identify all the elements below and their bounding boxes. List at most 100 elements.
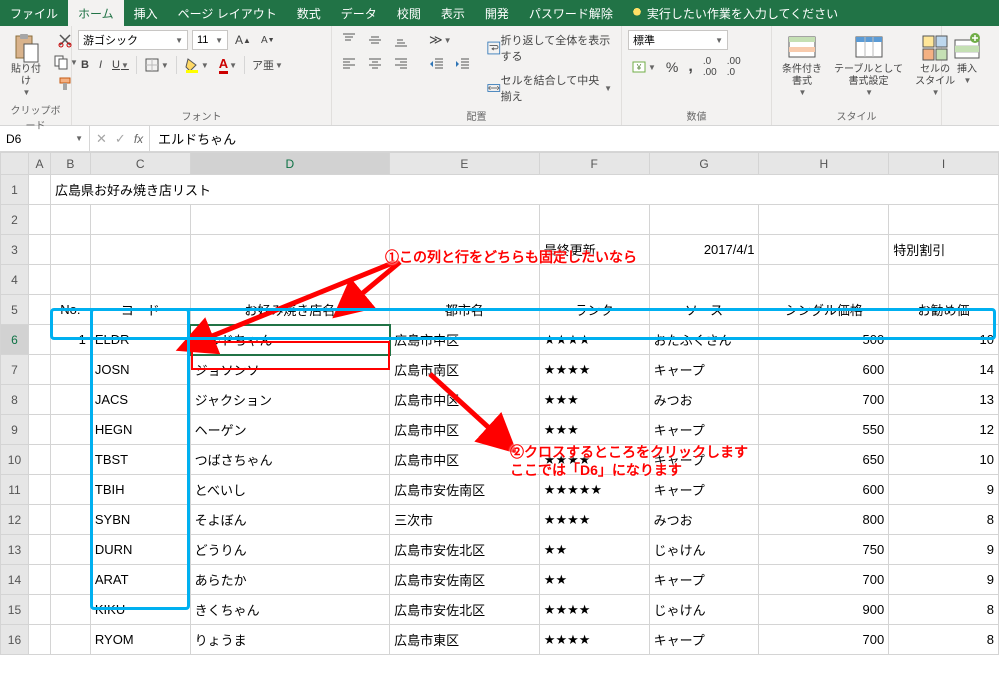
- cell[interactable]: 700: [759, 625, 889, 655]
- header-cell[interactable]: お勧め価: [889, 295, 999, 325]
- cell[interactable]: ★★★: [539, 415, 649, 445]
- cell[interactable]: [28, 475, 50, 505]
- paste-button[interactable]: 貼り付け▼: [6, 30, 46, 100]
- row-header[interactable]: 11: [1, 475, 29, 505]
- comma-button[interactable]: ,: [685, 56, 695, 78]
- enter-icon[interactable]: ✓: [115, 131, 126, 147]
- cell[interactable]: [50, 595, 90, 625]
- row-header[interactable]: 12: [1, 505, 29, 535]
- tab-formulas[interactable]: 数式: [287, 0, 331, 26]
- cell[interactable]: 最終更新: [539, 235, 649, 265]
- cell[interactable]: ★★★★: [539, 505, 649, 535]
- cell[interactable]: [50, 625, 90, 655]
- cell[interactable]: [50, 445, 90, 475]
- header-cell[interactable]: シングル価格: [759, 295, 889, 325]
- tell-me[interactable]: 実行したい作業を入力してください: [631, 0, 838, 26]
- cell[interactable]: [28, 265, 50, 295]
- cell[interactable]: 広島市南区: [390, 355, 540, 385]
- align-top-button[interactable]: [338, 30, 360, 50]
- cell[interactable]: [50, 565, 90, 595]
- row-header[interactable]: 6: [1, 325, 29, 355]
- borders-button[interactable]: ▼: [141, 55, 172, 75]
- cell[interactable]: [50, 265, 90, 295]
- cell[interactable]: 8: [889, 625, 999, 655]
- col-I[interactable]: I: [889, 153, 999, 175]
- formula-input[interactable]: エルドちゃん: [150, 126, 999, 151]
- cell[interactable]: [390, 235, 540, 265]
- increase-indent-button[interactable]: [452, 54, 474, 74]
- cell[interactable]: ★★★★: [539, 355, 649, 385]
- header-cell[interactable]: No.: [50, 295, 90, 325]
- cell[interactable]: HEGN: [90, 415, 190, 445]
- row-header[interactable]: 9: [1, 415, 29, 445]
- cell[interactable]: [28, 205, 50, 235]
- cell[interactable]: みつお: [649, 505, 759, 535]
- cell[interactable]: 750: [759, 535, 889, 565]
- cell[interactable]: 700: [759, 565, 889, 595]
- decrease-indent-button[interactable]: [426, 54, 448, 74]
- cell[interactable]: 10: [889, 325, 999, 355]
- decrease-decimal-button[interactable]: .00.0: [724, 54, 744, 80]
- name-box[interactable]: D6▼: [0, 126, 90, 151]
- cell[interactable]: [28, 175, 50, 205]
- tab-password[interactable]: パスワード解除: [519, 0, 623, 26]
- cell[interactable]: [50, 535, 90, 565]
- cell[interactable]: [90, 205, 190, 235]
- decrease-font-button[interactable]: A▼: [258, 33, 278, 48]
- underline-button[interactable]: U▼: [109, 57, 132, 73]
- tab-data[interactable]: データ: [331, 0, 387, 26]
- cell[interactable]: ★★: [539, 535, 649, 565]
- cell[interactable]: 10: [889, 445, 999, 475]
- cell[interactable]: 900: [759, 595, 889, 625]
- cell[interactable]: 800: [759, 505, 889, 535]
- spreadsheet-grid[interactable]: A B C D E F G H I 1広島県お好み焼き店リスト23最終更新201…: [0, 152, 999, 655]
- cell[interactable]: SYBN: [90, 505, 190, 535]
- cell[interactable]: [28, 235, 50, 265]
- cell[interactable]: ジャクション: [190, 385, 389, 415]
- cell[interactable]: 600: [759, 355, 889, 385]
- row-header[interactable]: 10: [1, 445, 29, 475]
- cell[interactable]: 9: [889, 475, 999, 505]
- cell[interactable]: 広島市安佐北区: [390, 535, 540, 565]
- cell[interactable]: [50, 355, 90, 385]
- merge-center-button[interactable]: セルを結合して中央揃え▼: [484, 70, 615, 106]
- cell[interactable]: [539, 265, 649, 295]
- col-A[interactable]: A: [28, 153, 50, 175]
- cell[interactable]: 特別割引: [889, 235, 999, 265]
- wrap-text-button[interactable]: 折り返して全体を表示する: [484, 30, 615, 66]
- row-header[interactable]: 4: [1, 265, 29, 295]
- cell[interactable]: [649, 205, 759, 235]
- cell[interactable]: [759, 235, 889, 265]
- row-header[interactable]: 16: [1, 625, 29, 655]
- col-B[interactable]: B: [50, 153, 90, 175]
- row-header[interactable]: 13: [1, 535, 29, 565]
- tab-review[interactable]: 校閲: [387, 0, 431, 26]
- cell[interactable]: [889, 205, 999, 235]
- cell[interactable]: 広島市安佐南区: [390, 565, 540, 595]
- cell[interactable]: おたふくさん: [649, 325, 759, 355]
- phonetic-button[interactable]: ア亜▼: [249, 55, 286, 75]
- col-G[interactable]: G: [649, 153, 759, 175]
- cell[interactable]: 広島市中区: [390, 325, 540, 355]
- cell[interactable]: [28, 505, 50, 535]
- fill-color-button[interactable]: ▼: [181, 55, 212, 75]
- cell[interactable]: 1: [50, 325, 90, 355]
- cell[interactable]: キャープ: [649, 625, 759, 655]
- conditional-format-button[interactable]: 条件付き 書式▼: [778, 30, 826, 100]
- cell[interactable]: エルドちゃん: [190, 325, 389, 355]
- cell[interactable]: JACS: [90, 385, 190, 415]
- cell[interactable]: [28, 355, 50, 385]
- cell[interactable]: 8: [889, 505, 999, 535]
- header-cell[interactable]: ランク: [539, 295, 649, 325]
- insert-cells-button[interactable]: 挿入▼: [948, 30, 986, 88]
- cell[interactable]: [50, 415, 90, 445]
- cell[interactable]: つばさちゃん: [190, 445, 389, 475]
- select-all-corner[interactable]: [1, 153, 29, 175]
- cell[interactable]: [50, 385, 90, 415]
- cell[interactable]: どうりん: [190, 535, 389, 565]
- cell[interactable]: DURN: [90, 535, 190, 565]
- header-cell[interactable]: ソース: [649, 295, 759, 325]
- cell[interactable]: 650: [759, 445, 889, 475]
- cell[interactable]: [759, 205, 889, 235]
- cell[interactable]: ★★★★★: [539, 475, 649, 505]
